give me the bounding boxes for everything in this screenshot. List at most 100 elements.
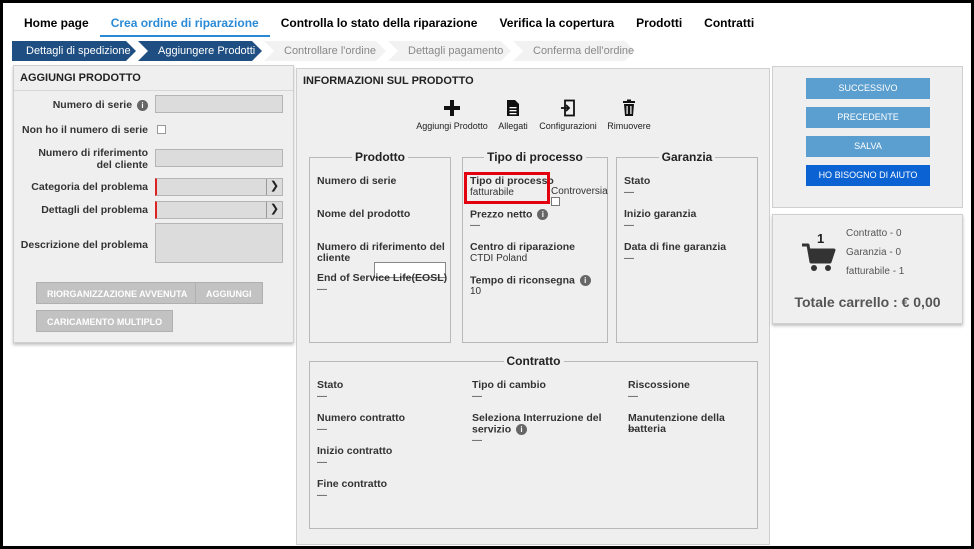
step-review-order[interactable]: Controllare l'ordine [264,41,386,61]
app-window: Home page Crea ordine di riparazione Con… [0,0,974,549]
tab-contracts[interactable]: Contratti [693,11,765,37]
cart-warranty-line: Garanzia - 0 [846,247,902,258]
customer-reference-input[interactable] [155,149,283,167]
dispute-checkbox[interactable] [551,197,560,206]
document-icon [507,100,519,116]
contract-end-label: Fine contratto [317,478,387,490]
plus-icon [444,100,460,116]
add-product-tool[interactable]: Aggiungi Prodotto [416,99,488,131]
product-customer-ref-label: Numero di riferimento del cliente [317,241,445,264]
save-button[interactable]: SALVA [806,136,930,157]
step-shipping-details[interactable]: Dettagli di spedizione [12,41,136,61]
serial-number-label: Numero di serie [52,99,133,111]
chevron-down-icon: ❯ [266,179,282,195]
net-price-label: Prezzo netto [470,208,533,221]
eosl-value: — [317,284,327,295]
service-interruption-label: Seleziona Interruzione del servizio [472,412,602,436]
cart-icon[interactable] [801,242,837,274]
product-serial-label: Numero di serie [317,175,397,187]
contract-number-label: Numero contratto [317,412,406,424]
problem-category-label: Categoria del problema [31,181,148,193]
battery-maintenance-label: Manutenzione della batteria [628,412,725,435]
warranty-status-label: Stato [624,175,651,187]
repair-center-value: CTDI Poland [470,253,528,264]
warranty-end-label: Data di fine garanzia [624,241,727,253]
next-button[interactable]: SUCCESSIVO [806,78,930,99]
info-icon[interactable]: i [537,209,549,220]
repair-center-label: Centro di riparazione [470,241,576,253]
step-payment-details[interactable]: Dettagli pagamento [388,41,511,61]
contract-end-value: — [317,490,327,501]
bulk-upload-button[interactable]: CARICAMENTO MULTIPLO [36,310,174,332]
problem-details-label: Dettagli del problema [41,204,148,216]
problem-category-select[interactable]: ❯ [155,178,283,196]
service-interruption-value: — [472,435,482,446]
warranty-start-label: Inizio garanzia [624,208,697,220]
exchange-type-value: — [472,391,482,402]
product-info-title: INFORMAZIONI SUL PRODOTTO [303,75,474,87]
info-icon[interactable]: i [579,275,591,286]
problem-description-label: Descrizione del problema [20,239,148,251]
no-serial-label: Non ho il numero di serie [21,124,148,136]
process-type-box-title: Tipo di processo [484,150,586,164]
order-stepper: Dettagli di spedizione Aggiungere Prodot… [12,41,637,61]
help-button[interactable]: HO BISOGNO DI AIUTO [806,165,930,186]
attachments-tool[interactable]: Allegati [495,99,531,131]
contract-start-label: Inizio contratto [317,445,393,457]
eosl-label: End of Service Life(EOSL) [317,272,448,284]
no-serial-checkbox[interactable] [157,125,166,134]
step-order-confirmation[interactable]: Conferma dell'ordine [513,41,635,61]
process-type-highlight [464,172,550,204]
product-box-title: Prodotto [352,150,408,164]
battery-maintenance-value: — [628,424,638,435]
add-button[interactable]: AGGIUNGI [195,282,263,304]
contract-status-value: — [317,391,327,402]
previous-button[interactable]: PRECEDENTE [806,107,930,128]
tab-products[interactable]: Prodotti [625,11,693,37]
contract-number-value: — [317,424,327,435]
step-add-products[interactable]: Aggiungere Prodotti [138,41,262,61]
serial-number-input[interactable] [155,95,283,113]
product-info-panel: INFORMAZIONI SUL PRODOTTO Aggiungi Prodo… [296,68,770,545]
product-box: Prodotto Numero di serie Nome del prodot… [309,150,451,343]
collection-value: — [628,391,638,402]
process-type-box: Tipo di processo Tipo di processo fattur… [462,150,608,343]
cart-billable-line: fatturabile - 1 [846,266,905,277]
cart-contract-line: Contratto - 0 [846,228,902,239]
collection-label: Riscossione [628,379,690,391]
actions-panel: SUCCESSIVO PRECEDENTE SALVA HO BISOGNO D… [772,66,963,208]
warranty-box-title: Garanzia [658,150,716,164]
warranty-end-value: — [624,253,634,264]
problem-description-textarea[interactable] [155,223,283,263]
tab-create-repair-order[interactable]: Crea ordine di riparazione [99,11,270,37]
tab-check-repair-status[interactable]: Controlla lo stato della riparazione [270,11,489,37]
trash-icon [623,99,635,116]
add-product-title: AGGIUNGI PRODOTTO [14,66,293,91]
configurations-tool[interactable]: Configurazioni [538,99,598,131]
return-time-label: Tempo di riconsegna [470,274,575,287]
product-name-label: Nome del prodotto [317,208,411,220]
exchange-type-label: Tipo di cambio [472,379,546,391]
tab-home[interactable]: Home page [13,11,100,37]
chevron-down-icon: ❯ [266,202,282,218]
return-time-value: 10 [470,286,482,297]
contract-box: Contratto Stato — Tipo di cambio — Risco… [309,354,758,529]
info-icon[interactable]: i [137,99,148,111]
top-nav: Home page Crea ordine di riparazione Con… [13,11,765,37]
customer-reference-label: Numero di riferimento del cliente [38,147,148,171]
warranty-start-value: — [624,220,634,231]
remove-tool[interactable]: Rimuovere [606,99,652,131]
dispute-label: Controversia [551,186,608,197]
contract-status-label: Stato [317,379,344,391]
problem-details-select[interactable]: ❯ [155,201,283,219]
add-product-panel: AGGIUNGI PRODOTTO Numero di serie i Non … [13,65,294,343]
cart-total: Totale carrello : € 0,00 [794,294,941,310]
contract-box-title: Contratto [503,354,564,368]
cart-panel: 1 Contratto - 0 Garanzia - 0 fatturabile… [772,214,963,324]
info-icon[interactable]: i [516,424,528,435]
config-import-icon [561,99,575,117]
tab-check-coverage[interactable]: Verifica la copertura [488,11,625,37]
warranty-box: Garanzia Stato — Inizio garanzia — Data … [616,150,758,343]
reorganization-button[interactable]: RIORGANIZZAZIONE AVVENUTA [36,282,199,304]
net-price-value: — [470,220,480,231]
